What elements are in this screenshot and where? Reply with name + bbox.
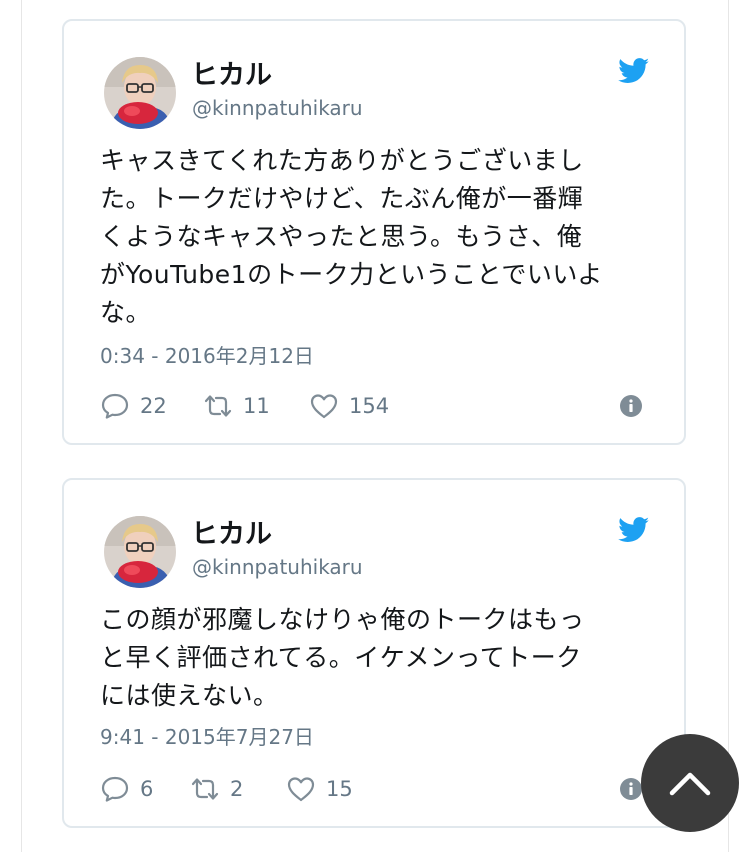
reply-icon (101, 776, 129, 802)
retweet-count: 11 (243, 394, 270, 418)
info-icon[interactable] (620, 778, 642, 800)
page-left-border (21, 0, 22, 852)
tweet-card[interactable]: ヒカル @kinnpatuhikaru この顔が邪魔しなけりゃ俺のトークはもっ … (62, 478, 686, 828)
tweet-actions: 6 2 15 (100, 773, 648, 805)
tweet-actions: 22 11 154 (100, 390, 648, 422)
heart-icon (287, 777, 315, 802)
retweet-count: 2 (230, 777, 244, 801)
reply-count: 6 (140, 777, 154, 801)
tweet-timestamp[interactable]: 0:34 - 2016年2月12日 (100, 343, 314, 369)
reply-icon (101, 393, 129, 419)
tweet-timestamp[interactable]: 9:41 - 2015年7月27日 (100, 724, 314, 750)
retweet-icon (204, 395, 232, 417)
like-count: 15 (326, 777, 353, 801)
retweet-button[interactable]: 2 (190, 773, 243, 805)
tweet-text: この顔が邪魔しなけりゃ俺のトークはもっ と早く評価されてる。イケメンってトーク … (100, 605, 585, 710)
user-name[interactable]: ヒカル (191, 518, 272, 552)
twitter-bird-icon[interactable] (618, 58, 650, 84)
scroll-to-top-button[interactable] (641, 734, 739, 832)
like-button[interactable]: 154 (309, 390, 389, 422)
reply-button[interactable]: 6 (100, 773, 153, 805)
user-handle[interactable]: @kinnpatuhikaru (192, 95, 363, 121)
reply-count: 22 (140, 394, 167, 418)
like-count: 154 (349, 394, 390, 418)
retweet-icon (191, 778, 219, 800)
tweet-card[interactable]: ヒカル @kinnpatuhikaru キャスきてくれた方ありがとうございまし … (62, 19, 686, 445)
reply-button[interactable]: 22 (100, 390, 167, 422)
retweet-button[interactable]: 11 (203, 390, 270, 422)
user-handle[interactable]: @kinnpatuhikaru (192, 554, 363, 580)
heart-icon (310, 394, 338, 419)
tweet-text: キャスきてくれた方ありがとうございまし た。トークだけやけど、たぶん俺が一番輝 … (100, 146, 603, 327)
avatar[interactable] (104, 516, 176, 588)
user-name[interactable]: ヒカル (191, 59, 272, 93)
chevron-up-icon (669, 772, 711, 796)
like-button[interactable]: 15 (286, 773, 353, 805)
twitter-bird-icon[interactable] (618, 517, 650, 543)
page-right-border (728, 0, 729, 852)
info-icon[interactable] (620, 395, 642, 417)
avatar[interactable] (104, 57, 176, 129)
